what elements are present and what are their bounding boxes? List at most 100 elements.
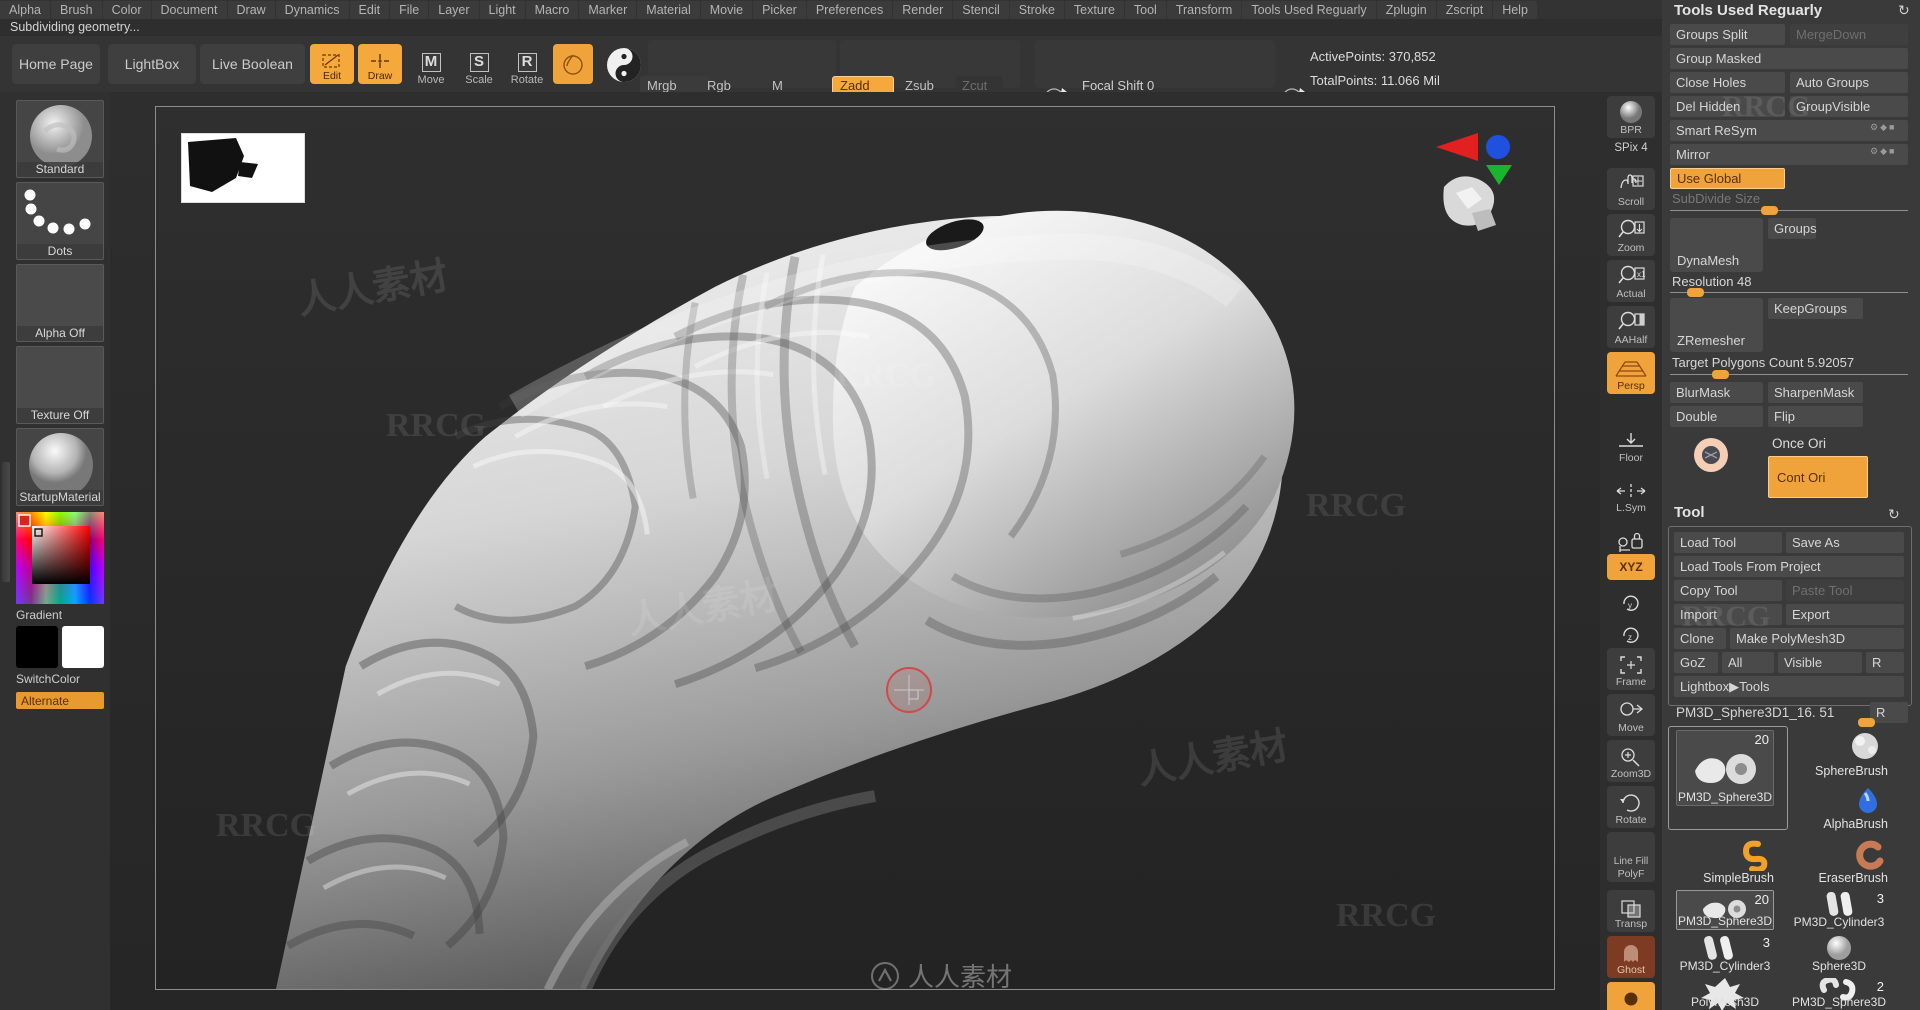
- group-masked-button[interactable]: Group Masked: [1670, 48, 1908, 69]
- menu-item-document[interactable]: Document: [151, 0, 227, 19]
- tool-card-polymesh3d[interactable]: PolyMesh3D: [1676, 978, 1774, 1010]
- rotate-button[interactable]: R Rotate: [504, 42, 550, 86]
- menu-item-brush[interactable]: Brush: [50, 0, 102, 19]
- import-button[interactable]: Import: [1674, 604, 1782, 625]
- panel-refresh-icon[interactable]: ↻: [1898, 2, 1910, 19]
- tool-card-spherebrush[interactable]: SphereBrush: [1790, 726, 1888, 782]
- menu-item-alpha[interactable]: Alpha: [0, 0, 50, 19]
- focal-shift-slider[interactable]: Focal Shift 0: [1082, 78, 1154, 93]
- draw-button[interactable]: Draw: [358, 44, 402, 84]
- aahalf-button[interactable]: AAHalf: [1607, 306, 1655, 348]
- export-button[interactable]: Export: [1786, 604, 1904, 625]
- paste-tool-button[interactable]: Paste Tool: [1786, 580, 1904, 601]
- menu-item-texture[interactable]: Texture: [1064, 0, 1124, 19]
- rotate-z-button[interactable]: z: [1607, 616, 1655, 648]
- menu-item-render[interactable]: Render: [893, 0, 953, 19]
- persp-button[interactable]: Persp: [1607, 352, 1655, 394]
- menu-item-stroke[interactable]: Stroke: [1009, 0, 1064, 19]
- use-global-button[interactable]: Use Global: [1670, 168, 1785, 189]
- resolution-track[interactable]: [1670, 292, 1908, 293]
- load-tool-button[interactable]: Load Tool: [1674, 532, 1782, 553]
- home-page-button[interactable]: Home Page: [12, 44, 100, 84]
- material-selector[interactable]: StartupMaterial: [16, 428, 104, 506]
- keep-groups-button[interactable]: KeepGroups: [1768, 298, 1863, 319]
- target-polygons-knob[interactable]: [1712, 370, 1729, 379]
- target-polygons-track[interactable]: [1670, 374, 1908, 375]
- zoom-3d-button[interactable]: Zoom3D: [1607, 740, 1655, 782]
- blur-mask-button[interactable]: BlurMask: [1670, 382, 1763, 403]
- scale-button[interactable]: S Scale: [456, 42, 502, 86]
- floor-button[interactable]: Floor: [1607, 424, 1655, 466]
- stroke-selector[interactable]: Dots: [16, 182, 104, 260]
- tool-card-simplebrush[interactable]: SimpleBrush: [1676, 836, 1774, 888]
- copy-tool-button[interactable]: Copy Tool: [1674, 580, 1782, 601]
- xyz-button[interactable]: XYZ: [1607, 554, 1655, 580]
- save-as-button[interactable]: Save As: [1786, 532, 1904, 553]
- current-tool-r-button[interactable]: R: [1870, 702, 1908, 723]
- spix-slider[interactable]: SPix 4: [1600, 142, 1662, 154]
- menu-item-transform[interactable]: Transform: [1166, 0, 1242, 19]
- edit-button[interactable]: Edit: [310, 44, 354, 84]
- scroll-button[interactable]: Scroll: [1607, 168, 1655, 210]
- ghost-button[interactable]: Ghost: [1607, 936, 1655, 978]
- tool-card-pm3d-sphere3d-1[interactable]: 20 PM3D_Sphere3D: [1676, 730, 1774, 806]
- orientation-gizmo[interactable]: [1426, 125, 1536, 245]
- menu-item-file[interactable]: File: [390, 0, 429, 19]
- document-frame[interactable]: 人人素材 RRCG 人人素材 RRCG 人人素材 RRCG RRCG RRCG: [155, 106, 1555, 990]
- del-hidden-button[interactable]: Del Hidden: [1670, 96, 1785, 117]
- alternate-button[interactable]: Alternate: [16, 692, 104, 709]
- transp-button[interactable]: Transp: [1607, 890, 1655, 932]
- menu-item-material[interactable]: Material: [637, 0, 700, 19]
- tool-card-pm3d-cylinder3-1[interactable]: 3 PM3D_Cylinder3: [1790, 890, 1888, 930]
- menu-item-picker[interactable]: Picker: [753, 0, 806, 19]
- material-mode-button[interactable]: [553, 44, 593, 84]
- tool-card-sphere3d[interactable]: Sphere3D: [1790, 934, 1888, 974]
- double-button[interactable]: Double: [1670, 406, 1763, 427]
- flip-button[interactable]: Flip: [1768, 406, 1863, 427]
- rotate-3d-button[interactable]: Rotate: [1607, 786, 1655, 828]
- menu-item-draw[interactable]: Draw: [227, 0, 275, 19]
- groups-split-button[interactable]: Groups Split: [1670, 24, 1785, 45]
- bpr-button[interactable]: BPR: [1607, 96, 1655, 138]
- menu-item-preferences[interactable]: Preferences: [806, 0, 893, 19]
- brush-selector[interactable]: Standard: [16, 100, 104, 178]
- subdivide-size-slider[interactable]: SubDivide Size: [1672, 191, 1760, 206]
- canvas-area[interactable]: 人人素材 RRCG 人人素材 RRCG 人人素材 RRCG RRCG RRCG …: [110, 92, 1600, 1010]
- resolution-knob[interactable]: [1687, 288, 1704, 297]
- switch-color-label[interactable]: SwitchColor: [0, 672, 110, 686]
- clone-button[interactable]: Clone: [1674, 628, 1726, 649]
- current-tool-label[interactable]: PM3D_Sphere3D1_16. 51: [1670, 702, 1866, 723]
- tool-card-eraserbrush[interactable]: EraserBrush: [1790, 836, 1888, 888]
- merge-down-button[interactable]: MergeDown: [1790, 24, 1908, 45]
- menu-item-marker[interactable]: Marker: [579, 0, 637, 19]
- goz-r-button[interactable]: R: [1866, 652, 1904, 673]
- all-button[interactable]: All: [1722, 652, 1774, 673]
- tool-card-pm3d-sphere3d-2[interactable]: 20 PM3D_Sphere3D: [1676, 890, 1774, 930]
- tool-card-pm3d-cylinder3-2[interactable]: 3 PM3D_Cylinder3: [1676, 934, 1774, 974]
- alpha-selector[interactable]: Alpha Off: [16, 264, 104, 342]
- lsym-button[interactable]: L.Sym: [1607, 474, 1655, 516]
- menu-item-light[interactable]: Light: [479, 0, 525, 19]
- tool-card-pm3d-sphere3d-3[interactable]: 2 PM3D_Sphere3D: [1790, 978, 1888, 1010]
- secondary-color-swatch[interactable]: [62, 626, 104, 668]
- goz-button[interactable]: GoZ: [1674, 652, 1718, 673]
- dynamesh-button[interactable]: DynaMesh: [1670, 218, 1763, 272]
- lightbox-tools-button[interactable]: Lightbox▶Tools: [1674, 676, 1904, 697]
- visible-button[interactable]: Visible: [1778, 652, 1862, 673]
- sidebar-collapse-handle[interactable]: [2, 462, 10, 582]
- line-fill-button[interactable]: Line Fill PolyF: [1607, 832, 1655, 882]
- texture-selector[interactable]: Texture Off: [16, 346, 104, 424]
- rotate-y-button[interactable]: y: [1607, 584, 1655, 616]
- move-3d-button[interactable]: Move: [1607, 694, 1655, 736]
- menu-item-macro[interactable]: Macro: [525, 0, 579, 19]
- load-tools-from-project-button[interactable]: Load Tools From Project: [1674, 556, 1904, 577]
- menu-item-color[interactable]: Color: [102, 0, 151, 19]
- actual-button[interactable]: x1 Actual: [1607, 260, 1655, 302]
- group-visible-button[interactable]: GroupVisible: [1790, 96, 1908, 117]
- color-picker[interactable]: [16, 512, 104, 604]
- subdivide-size-knob[interactable]: [1761, 206, 1778, 215]
- target-polygons-slider[interactable]: Target Polygons Count 5.92057: [1672, 355, 1854, 370]
- primary-color-swatch[interactable]: [16, 626, 58, 668]
- menu-item-tools-used-reguarly[interactable]: Tools Used Reguarly: [1242, 0, 1376, 19]
- menu-item-zscript[interactable]: Zscript: [1436, 0, 1493, 19]
